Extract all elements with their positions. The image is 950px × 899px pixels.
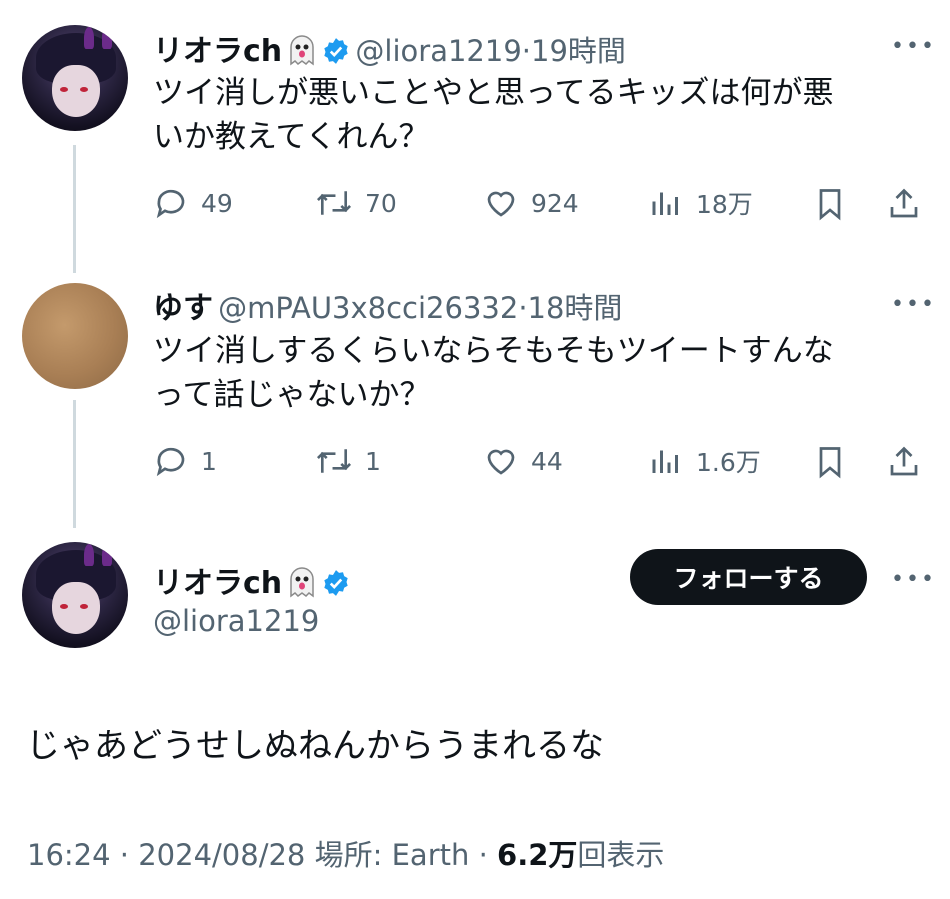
- location: Earth: [391, 838, 470, 872]
- timestamp[interactable]: 18時間: [528, 291, 623, 325]
- bookmark-icon[interactable]: [812, 444, 848, 480]
- tweet-text: ツイ消しするくらいならそもそもツイートすんな って話じゃないか？: [153, 329, 834, 417]
- thread-connector: [73, 145, 76, 273]
- retweet-icon: [316, 191, 352, 215]
- share-icon[interactable]: [886, 444, 922, 480]
- timestamp[interactable]: 19時間: [531, 34, 626, 68]
- tweet-text-line: いか教えてくれん？: [153, 119, 430, 155]
- share-icon[interactable]: [886, 186, 922, 222]
- like-count: 44: [531, 446, 563, 476]
- views-button[interactable]: 18万: [648, 185, 753, 221]
- views-count: 18万: [696, 190, 753, 219]
- views-count: 1.6万: [696, 448, 761, 477]
- post-date[interactable]: 2024/08/28: [138, 838, 305, 872]
- like-button[interactable]: 44: [483, 443, 563, 479]
- views-button[interactable]: 1.6万: [648, 443, 761, 479]
- main-author: リオラch: [153, 558, 350, 602]
- separator: ·: [521, 34, 531, 68]
- separator: ·: [119, 838, 130, 872]
- ghost-emoji-icon: [290, 35, 314, 66]
- tweet-text: ツイ消しが悪いことやと思ってるキッズは何が悪 いか教えてくれん？: [153, 71, 833, 159]
- display-name[interactable]: ゆす: [153, 291, 213, 326]
- thread-connector: [73, 400, 76, 528]
- reply-icon: [156, 447, 185, 477]
- retweet-button[interactable]: 70: [315, 185, 397, 221]
- retweet-count: 70: [365, 188, 397, 218]
- reply-count: 1: [201, 446, 217, 476]
- tweet-text-line: ツイ消しが悪いことやと思ってるキッズは何が悪: [153, 75, 834, 111]
- handle[interactable]: @liora1219: [153, 604, 319, 638]
- avatar[interactable]: [22, 283, 128, 389]
- retweet-icon: [316, 449, 352, 473]
- reply-icon: [156, 189, 185, 219]
- verified-badge-icon: [324, 38, 348, 64]
- tweet-text-line: ツイ消しするくらいならそもそもツイートすんな: [153, 333, 834, 369]
- views-icon: [652, 192, 678, 215]
- tweet-header: リオラch @liora1219·19時間: [153, 26, 626, 70]
- tweet-meta: 16:24 · 2024/08/28 場所: Earth · 6.2万回表示: [27, 832, 664, 874]
- view-count: 6.2万: [497, 838, 578, 872]
- views-icon: [652, 450, 678, 473]
- follow-button[interactable]: フォローする: [630, 549, 867, 605]
- bookmark-icon[interactable]: [812, 186, 848, 222]
- display-name[interactable]: リオラch: [153, 34, 282, 69]
- more-icon[interactable]: •••: [891, 34, 936, 59]
- verified-badge-icon: [324, 570, 348, 596]
- more-icon[interactable]: •••: [891, 567, 936, 592]
- retweet-button[interactable]: 1: [315, 443, 381, 479]
- separator: ·: [478, 838, 488, 872]
- retweet-count: 1: [365, 446, 381, 476]
- location-label: 場所:: [314, 838, 383, 872]
- display-name[interactable]: リオラch: [153, 566, 282, 601]
- reply-count: 49: [201, 188, 233, 218]
- reply-button[interactable]: 49: [153, 185, 233, 221]
- like-icon: [487, 449, 515, 475]
- like-count: 924: [531, 188, 579, 218]
- more-icon[interactable]: •••: [891, 292, 936, 317]
- avatar[interactable]: [22, 542, 128, 648]
- ghost-emoji-icon: [290, 567, 314, 598]
- view-count-label: 回表示: [577, 838, 665, 872]
- main-tweet-text: じゃあどうせしぬねんからうまれるな: [26, 726, 604, 766]
- post-time[interactable]: 16:24: [27, 838, 111, 872]
- handle[interactable]: @liora1219: [355, 34, 521, 68]
- like-icon: [487, 191, 515, 217]
- tweet-text-line: って話じゃないか？: [153, 377, 431, 413]
- separator: ·: [518, 291, 528, 325]
- avatar[interactable]: [22, 25, 128, 131]
- handle[interactable]: @mPAU3x8cci26332: [218, 291, 518, 325]
- reply-button[interactable]: 1: [153, 443, 217, 479]
- like-button[interactable]: 924: [483, 185, 579, 221]
- tweet-header: ゆす @mPAU3x8cci26332·18時間: [153, 283, 622, 327]
